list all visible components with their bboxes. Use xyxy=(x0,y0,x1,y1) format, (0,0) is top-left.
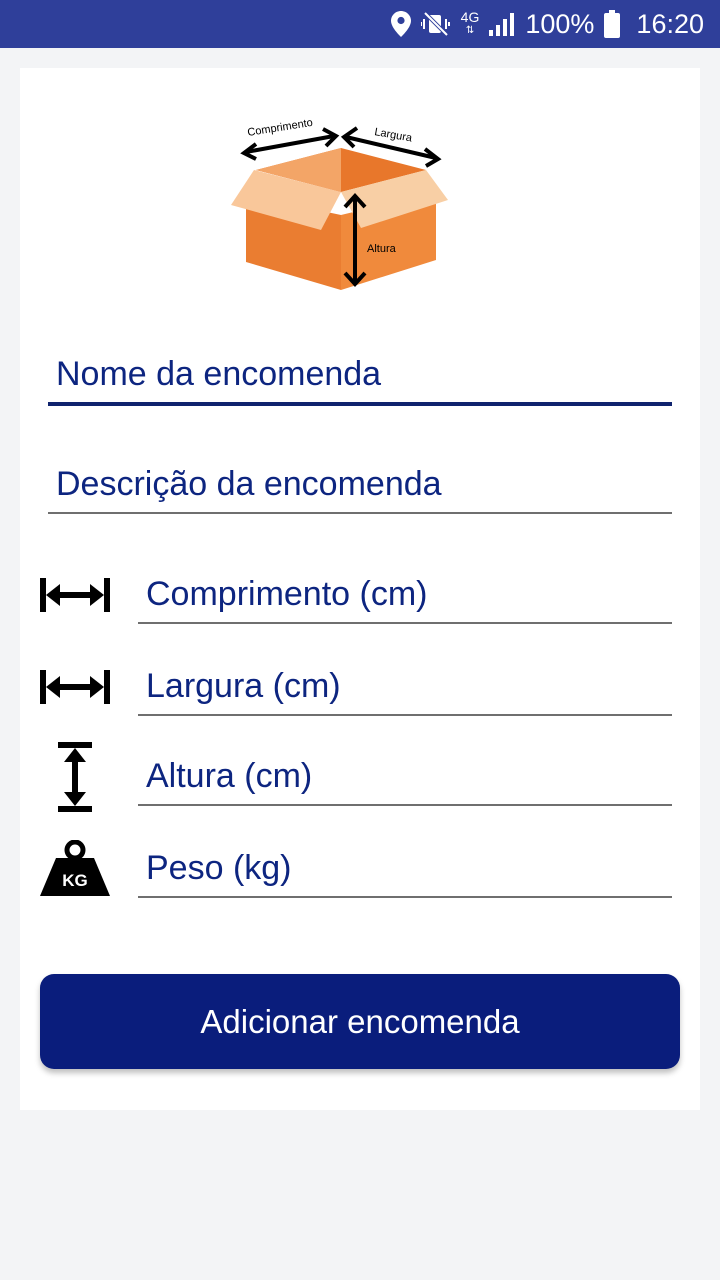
weight-kg-icon: KG xyxy=(40,840,110,896)
height-placeholder: Altura (cm) xyxy=(146,757,313,795)
network-type-icon: 4G ⇅ xyxy=(460,9,480,36)
vibrate-mute-icon xyxy=(420,11,451,37)
description-placeholder: Descrição da encomenda xyxy=(56,465,442,503)
signal-icon xyxy=(489,12,515,36)
box-dimensions-illustration: Comprimento Largura Altura xyxy=(231,117,448,290)
name-input[interactable]: Nome da encomenda xyxy=(48,340,672,406)
add-order-button[interactable]: Adicionar encomenda xyxy=(40,974,680,1069)
location-icon xyxy=(390,11,411,37)
weight-icon-text: KG xyxy=(62,871,88,890)
description-input[interactable]: Descrição da encomenda xyxy=(48,452,672,514)
length-arrow-icon xyxy=(40,578,110,612)
weight-input[interactable]: Peso (kg) xyxy=(138,838,672,898)
clock: 16:20 xyxy=(636,8,704,39)
add-order-button-label: Adicionar encomenda xyxy=(200,1002,520,1040)
network-type-label: 4G xyxy=(460,9,480,25)
height-input[interactable]: Altura (cm) xyxy=(138,746,672,806)
length-label: Comprimento xyxy=(247,117,314,139)
width-input[interactable]: Largura (cm) xyxy=(138,656,672,716)
name-placeholder: Nome da encomenda xyxy=(56,355,382,393)
length-placeholder: Comprimento (cm) xyxy=(146,575,428,613)
width-arrow-icon xyxy=(40,670,110,704)
width-placeholder: Largura (cm) xyxy=(146,667,341,705)
height-label: Altura xyxy=(367,243,397,255)
width-label: Largura xyxy=(373,126,413,145)
height-arrow-icon xyxy=(58,742,92,812)
battery-icon xyxy=(604,10,621,38)
battery-percent: 100% xyxy=(525,8,595,39)
weight-placeholder: Peso (kg) xyxy=(146,849,292,887)
length-input[interactable]: Comprimento (cm) xyxy=(138,564,672,624)
status-bar: 4G ⇅ 100% 16:20 xyxy=(0,0,720,48)
form-card: Comprimento Largura Altura Nome da encom… xyxy=(20,68,700,1110)
